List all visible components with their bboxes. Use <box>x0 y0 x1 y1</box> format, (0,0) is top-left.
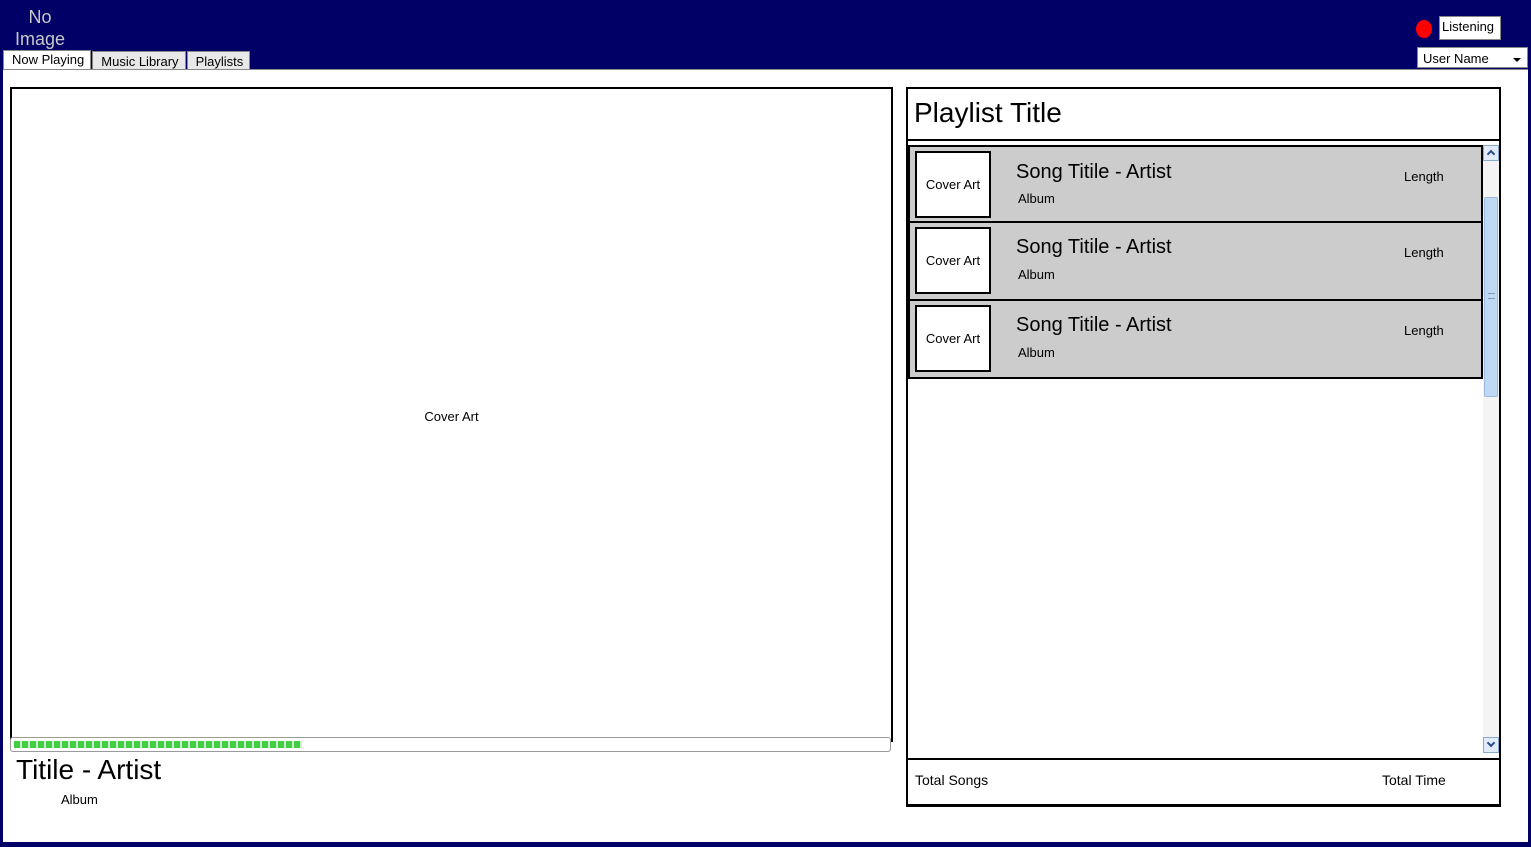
chevron-down-icon <box>1486 738 1496 748</box>
tab-now-playing[interactable]: Now Playing <box>3 50 92 71</box>
progress-fill <box>14 741 302 748</box>
song-row[interactable]: Cover Art Song Titile - Artist Album Len… <box>908 223 1483 301</box>
cover-art-label: Cover Art <box>424 409 479 424</box>
user-name-value: User Name <box>1423 51 1489 66</box>
total-time-label: Total Time <box>1382 772 1446 788</box>
chevron-up-icon <box>1486 149 1496 159</box>
playback-progress-bar[interactable] <box>10 737 891 752</box>
song-title: Song Titile - Artist <box>1016 314 1172 336</box>
song-list: Cover Art Song Titile - Artist Album Len… <box>908 145 1483 379</box>
tab-playlists[interactable]: Playlists <box>186 51 251 71</box>
tab-music-library[interactable]: Music Library <box>92 51 186 71</box>
now-playing-cover-art: Cover Art <box>10 87 893 742</box>
song-row[interactable]: Cover Art Song Titile - Artist Album Len… <box>908 145 1483 223</box>
song-length: Length <box>1404 323 1444 338</box>
user-name-dropdown[interactable]: User Name <box>1417 47 1528 68</box>
song-cover-art: Cover Art <box>915 151 991 218</box>
song-cover-art: Cover Art <box>915 227 991 294</box>
now-playing-title: Titile - Artist <box>16 754 162 785</box>
song-cover-art: Cover Art <box>915 305 991 372</box>
status-indicator-dot <box>1416 20 1432 38</box>
playlist-title: Playlist Title <box>914 97 1062 128</box>
playlist-panel: Playlist Title Cover Art Song Titile - A… <box>906 87 1501 807</box>
song-album: Album <box>1018 345 1055 360</box>
playlist-title-divider <box>908 139 1499 141</box>
main-content: Cover Art Titile - Artist Album Playlist… <box>3 69 1528 842</box>
song-length: Length <box>1404 245 1444 260</box>
song-title: Song Titile - Artist <box>1016 161 1172 183</box>
playlist-footer: Total Songs Total Time <box>906 758 1501 806</box>
tab-bar: Now Playing Music Library Playlists <box>3 50 251 71</box>
song-album: Album <box>1018 267 1055 282</box>
scroll-up-button[interactable] <box>1483 145 1499 161</box>
now-playing-album: Album <box>61 792 98 807</box>
chevron-down-icon <box>1513 58 1521 62</box>
logo-placeholder: No Image <box>14 7 66 49</box>
status-label: Listening <box>1439 16 1501 40</box>
song-title: Song Titile - Artist <box>1016 236 1172 258</box>
scroll-down-button[interactable] <box>1483 737 1499 753</box>
song-row[interactable]: Cover Art Song Titile - Artist Album Len… <box>908 301 1483 379</box>
song-length: Length <box>1404 169 1444 184</box>
scrollbar-thumb[interactable] <box>1484 197 1498 397</box>
song-album: Album <box>1018 191 1055 206</box>
grip-icon <box>1488 293 1495 299</box>
playlist-scrollbar[interactable] <box>1483 145 1499 753</box>
total-songs-label: Total Songs <box>915 772 989 788</box>
